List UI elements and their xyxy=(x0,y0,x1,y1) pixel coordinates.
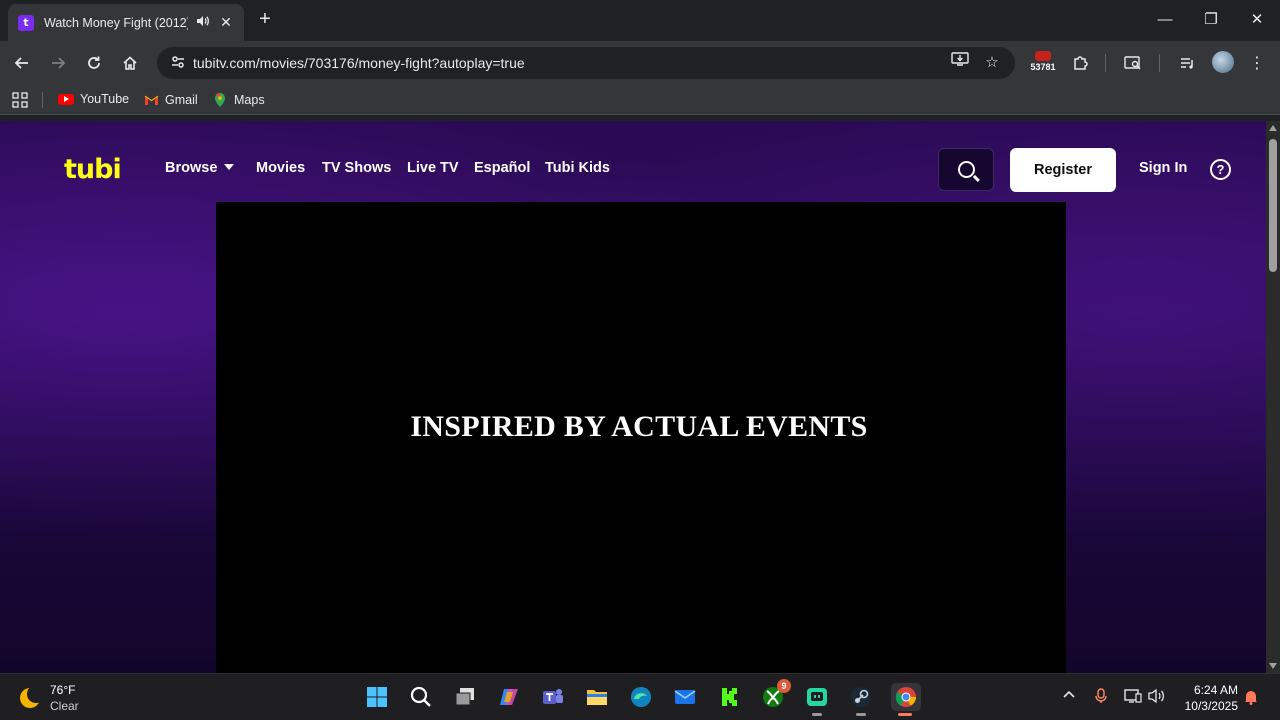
bookmark-label: YouTube xyxy=(80,92,130,106)
extension-badge-count: 53781 xyxy=(1030,62,1056,72)
back-arrow-icon[interactable] xyxy=(8,49,36,77)
tubi-page: tubi Browse Movies TV Shows Live TV Espa… xyxy=(0,121,1266,673)
scroll-down-arrow-icon[interactable] xyxy=(1269,663,1277,669)
search-taskbar-icon[interactable] xyxy=(407,683,435,711)
tab-search-icon[interactable] xyxy=(1119,49,1147,77)
clock-time: 6:24 AM xyxy=(1193,683,1238,697)
clock-date: 10/3/2025 xyxy=(1184,699,1238,713)
mail-icon[interactable] xyxy=(671,683,699,711)
notification-bell-icon[interactable] xyxy=(1244,689,1258,705)
tubi-logo[interactable]: tubi xyxy=(64,154,122,185)
restore-button[interactable]: ❐ xyxy=(1188,6,1234,34)
file-explorer-icon[interactable] xyxy=(583,683,611,711)
weather-widget[interactable]: 76°F Clear xyxy=(18,682,79,714)
steam-icon[interactable] xyxy=(847,683,875,716)
chrome-icon[interactable] xyxy=(891,683,921,716)
minimize-button[interactable]: — xyxy=(1142,6,1188,34)
kick-icon[interactable] xyxy=(715,683,743,711)
maps-icon xyxy=(212,92,228,108)
bookmark-gmail[interactable]: Gmail xyxy=(143,92,198,108)
nav-espanol[interactable]: Español xyxy=(474,160,530,176)
menu-kebab-icon[interactable]: ⋮ xyxy=(1243,49,1271,77)
nav-tubi-kids[interactable]: Tubi Kids xyxy=(545,160,610,176)
media-controls-icon[interactable] xyxy=(1173,49,1201,77)
help-icon[interactable]: ? xyxy=(1210,159,1231,180)
gmail-icon xyxy=(143,92,159,108)
page-scrollbar[interactable] xyxy=(1266,121,1280,673)
windows-taskbar: 76°F Clear 9 6:24 AM 10/3/2025 xyxy=(0,673,1280,720)
volume-icon[interactable] xyxy=(1148,688,1166,707)
browser-tab[interactable]: t Watch Money Fight (2012) ✕ xyxy=(8,4,244,41)
bookmark-star-icon[interactable]: ☆ xyxy=(980,51,1004,75)
extensions-puzzle-icon[interactable] xyxy=(1066,49,1094,77)
home-icon[interactable] xyxy=(116,49,144,77)
forward-arrow-icon[interactable] xyxy=(44,49,72,77)
nav-browse[interactable]: Browse xyxy=(165,160,235,176)
weather-temp: 76°F xyxy=(50,683,76,697)
tab-strip: t Watch Money Fight (2012) ✕ + — ❐ ✕ xyxy=(0,0,1280,41)
url-text: tubitv.com/movies/703176/money-fight?aut… xyxy=(193,55,525,71)
edge-icon[interactable] xyxy=(627,683,655,711)
search-button[interactable] xyxy=(938,148,994,191)
xbox-notification-badge: 9 xyxy=(777,679,791,693)
bookmark-label: Gmail xyxy=(165,93,198,107)
nav-movies[interactable]: Movies xyxy=(256,160,305,176)
register-button[interactable]: Register xyxy=(1010,148,1116,192)
speaker-icon[interactable] xyxy=(194,15,210,30)
browser-toolbar: tubitv.com/movies/703176/money-fight?aut… xyxy=(0,41,1280,85)
apps-grid-icon[interactable] xyxy=(12,92,28,108)
running-indicator xyxy=(812,713,822,716)
gaming-app-icon[interactable] xyxy=(803,683,831,716)
tab-title: Watch Money Fight (2012) xyxy=(44,15,188,30)
start-windows-icon[interactable] xyxy=(363,683,391,711)
task-view-icon[interactable] xyxy=(451,683,479,711)
tubi-favicon-icon: t xyxy=(18,14,34,31)
show-hidden-icons-chevron-icon[interactable] xyxy=(1062,688,1076,705)
chevron-down-icon xyxy=(224,164,235,170)
profile-avatar[interactable] xyxy=(1212,51,1234,73)
video-player[interactable]: INSPIRED BY ACTUAL EVENTS xyxy=(216,202,1066,673)
bookmark-youtube[interactable]: YouTube xyxy=(58,92,129,106)
xbox-icon[interactable]: 9 xyxy=(759,679,791,711)
nav-live-tv[interactable]: Live TV xyxy=(407,160,459,176)
scroll-up-arrow-icon[interactable] xyxy=(1269,125,1277,131)
address-bar[interactable]: tubitv.com/movies/703176/money-fight?aut… xyxy=(157,47,1015,79)
teams-icon[interactable] xyxy=(539,683,567,711)
system-clock[interactable]: 6:24 AM 10/3/2025 xyxy=(1178,682,1238,714)
video-caption: INSPIRED BY ACTUAL EVENTS xyxy=(410,410,868,443)
copilot-icon[interactable] xyxy=(495,683,523,711)
network-icon[interactable] xyxy=(1124,688,1142,707)
close-tab-icon[interactable]: ✕ xyxy=(218,14,234,31)
install-app-icon[interactable] xyxy=(948,51,972,75)
youtube-icon xyxy=(58,93,74,105)
sign-in-link[interactable]: Sign In xyxy=(1139,160,1187,176)
bookmark-label: Maps xyxy=(234,93,265,107)
nav-tv-shows[interactable]: TV Shows xyxy=(322,160,391,176)
bookmarks-bar: YouTube Gmail Maps xyxy=(0,85,1280,115)
site-settings-icon[interactable] xyxy=(163,54,193,73)
extension-badge-icon[interactable]: 53781 xyxy=(1029,51,1057,77)
bookmark-maps[interactable]: Maps xyxy=(212,92,265,108)
running-indicator xyxy=(898,713,912,716)
close-window-button[interactable]: ✕ xyxy=(1234,6,1280,34)
scroll-thumb[interactable] xyxy=(1269,139,1277,272)
weather-condition: Clear xyxy=(50,699,79,713)
search-icon xyxy=(957,161,975,178)
new-tab-button[interactable]: + xyxy=(254,8,276,30)
microphone-icon[interactable] xyxy=(1094,688,1108,707)
reload-icon[interactable] xyxy=(80,49,108,77)
nav-browse-label: Browse xyxy=(165,160,218,176)
running-indicator xyxy=(856,713,866,716)
moon-icon xyxy=(18,685,45,710)
